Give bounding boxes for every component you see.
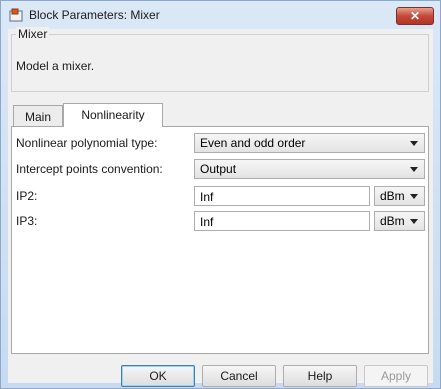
title-bar[interactable]: Block Parameters: Mixer ✕ (1, 1, 440, 29)
apply-button[interactable]: Apply (364, 365, 428, 387)
ip2-unit-value: dBm (380, 189, 405, 203)
block-icon (9, 8, 23, 22)
intercept-label: Intercept points convention: (16, 162, 163, 176)
tab-nonlinearity[interactable]: Nonlinearity (63, 103, 163, 127)
tab-panel-nonlinearity: Nonlinear polynomial type: Even and odd … (11, 126, 429, 354)
help-button[interactable]: Help (283, 365, 357, 387)
cancel-button[interactable]: Cancel (202, 365, 276, 387)
chevron-down-icon (410, 141, 418, 146)
window-title: Block Parameters: Mixer (29, 8, 160, 22)
ip2-value: Inf (200, 190, 214, 204)
chevron-down-icon (410, 167, 418, 172)
ip3-value: Inf (200, 215, 214, 229)
block-info-group: Mixer Model a mixer. (11, 27, 429, 92)
tab-main[interactable]: Main (13, 105, 63, 127)
ok-button[interactable]: OK (121, 365, 195, 387)
poly-type-dropdown[interactable]: Even and odd order (194, 133, 425, 153)
block-description: Model a mixer. (16, 59, 95, 73)
ip2-unit-dropdown[interactable]: dBm (374, 186, 425, 206)
ip3-unit-dropdown[interactable]: dBm (374, 211, 425, 231)
dialog-window: Block Parameters: Mixer ✕ Mixer Model a … (0, 0, 441, 389)
ip3-field[interactable]: Inf (194, 211, 370, 231)
ip3-unit-value: dBm (380, 214, 405, 228)
poly-type-value: Even and odd order (200, 136, 306, 150)
chevron-down-icon (410, 194, 418, 199)
block-name: Mixer (16, 27, 50, 41)
chevron-down-icon (410, 219, 418, 224)
intercept-dropdown[interactable]: Output (194, 159, 425, 179)
ip2-label: IP2: (16, 189, 38, 203)
dialog-body: Mixer Model a mixer. Main Nonlinearity N… (8, 27, 433, 387)
ip3-label: IP3: (16, 214, 38, 228)
ip2-field[interactable]: Inf (194, 186, 370, 206)
poly-type-label: Nonlinear polynomial type: (16, 136, 158, 150)
close-button[interactable]: ✕ (396, 7, 434, 25)
intercept-value: Output (200, 162, 237, 176)
